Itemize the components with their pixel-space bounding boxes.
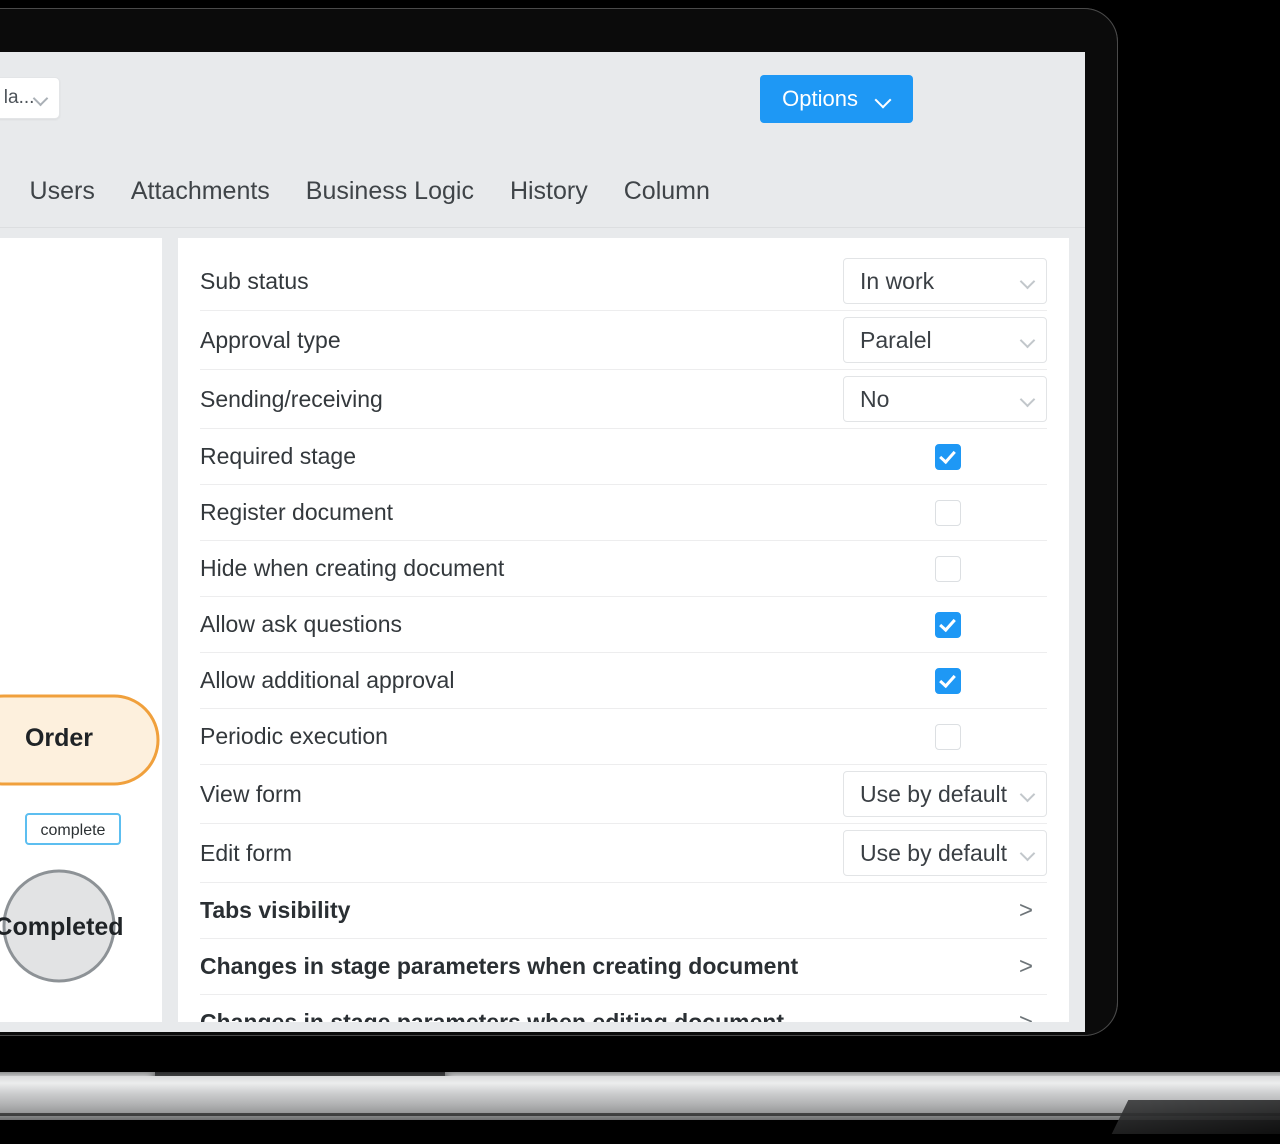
tab-users[interactable]: Users: [30, 177, 95, 206]
chevron-down-icon: [875, 91, 891, 107]
property-label: Required stage: [200, 443, 356, 470]
tab-bar: Reports Users Attachments Business Logic…: [0, 156, 1085, 228]
required-stage-checkbox[interactable]: [935, 443, 961, 470]
property-row-edit-form: Edit form Use by default: [200, 824, 1047, 883]
app-header: ...aid annual la... Options: [0, 52, 1085, 156]
allow-ask-questions-checkbox[interactable]: [935, 611, 961, 638]
node-order: Order: [0, 694, 160, 786]
screenshot-root: ...aid annual la... Options Reports User…: [0, 0, 1280, 1144]
node-label: Order: [25, 724, 93, 752]
approval-type-value: Paralel: [860, 326, 932, 353]
periodic-execution-checkbox[interactable]: [935, 723, 961, 750]
property-row-tabs-visibility[interactable]: Tabs visibility >: [200, 883, 1047, 939]
laptop-base-foot-shadow: [1111, 1100, 1280, 1134]
content-area: Canceled ...lication revision Manager ap…: [0, 228, 1085, 1032]
document-type-select[interactable]: ...aid annual la...: [0, 77, 60, 119]
property-label: Sub status: [200, 267, 309, 294]
chevron-right-icon[interactable]: >: [1011, 1009, 1041, 1023]
laptop-base-shadow-line: [0, 1113, 1280, 1116]
property-row-view-form: View form Use by default: [200, 765, 1047, 824]
chevron-down-icon: [1020, 845, 1036, 861]
property-row-hide-when-creating-document: Hide when creating document: [200, 541, 1047, 597]
chevron-right-icon[interactable]: >: [1011, 953, 1041, 981]
property-row-required-stage: Required stage: [200, 429, 1047, 485]
property-label: Tabs visibility: [200, 897, 351, 924]
property-label: Changes in stage parameters when editing…: [200, 1008, 1011, 1022]
property-label: View form: [200, 780, 302, 807]
chevron-down-icon: [1020, 786, 1036, 802]
view-form-select[interactable]: Use by default: [843, 771, 1047, 817]
chevron-down-icon: [1020, 391, 1036, 407]
hide-when-creating-document-checkbox[interactable]: [935, 555, 961, 582]
allow-additional-approval-checkbox[interactable]: [935, 667, 961, 694]
options-button[interactable]: Options: [760, 75, 913, 123]
workflow-diagram-panel: Canceled ...lication revision Manager ap…: [0, 238, 162, 1022]
sending-receiving-value: No: [860, 385, 890, 412]
property-row-approval-type: Approval type Paralel: [200, 311, 1047, 370]
property-row-changes-editing-document[interactable]: Changes in stage parameters when editing…: [200, 995, 1047, 1023]
property-row-periodic-execution: Periodic execution: [200, 709, 1047, 765]
property-label: Changes in stage parameters when creatin…: [200, 953, 799, 980]
property-label: Sending/receiving: [200, 385, 383, 412]
property-label: Allow ask questions: [200, 611, 402, 638]
chevron-down-icon: [1020, 332, 1036, 348]
tab-attachments[interactable]: Attachments: [131, 177, 270, 206]
property-row-allow-ask-questions: Allow ask questions: [200, 597, 1047, 653]
sending-receiving-select[interactable]: No: [843, 376, 1047, 422]
sub-status-select[interactable]: In work: [843, 258, 1047, 304]
tab-column[interactable]: Column: [624, 177, 710, 206]
property-row-register-document: Register document: [200, 485, 1047, 541]
node-label: Completed: [0, 913, 124, 941]
property-row-sending-receiving: Sending/receiving No: [200, 370, 1047, 429]
property-label: Periodic execution: [200, 723, 388, 750]
edge-label: complete: [41, 822, 106, 839]
tab-business-logic[interactable]: Business Logic: [306, 177, 474, 206]
edge-label-complete: complete: [25, 813, 121, 845]
view-form-value: Use by default: [860, 780, 1008, 807]
approval-type-select[interactable]: Paralel: [843, 317, 1047, 363]
options-button-label: Options: [782, 86, 858, 111]
document-type-value: ...aid annual la...: [0, 87, 33, 108]
stage-properties-panel: Sub status In work Approval type Paralel: [178, 238, 1069, 1022]
workflow-diagram[interactable]: Canceled ...lication revision Manager ap…: [0, 238, 162, 1022]
property-label: Register document: [200, 499, 394, 526]
edit-form-select[interactable]: Use by default: [843, 830, 1047, 876]
node-completed: Completed: [0, 869, 124, 983]
property-row-changes-creating-document[interactable]: Changes in stage parameters when creatin…: [200, 939, 1047, 995]
property-row-allow-additional-approval: Allow additional approval: [200, 653, 1047, 709]
property-label: Hide when creating document: [200, 555, 505, 582]
property-label: Allow additional approval: [200, 667, 455, 694]
sub-status-value: In work: [860, 267, 935, 294]
chevron-right-icon[interactable]: >: [1011, 897, 1041, 925]
laptop-screen: ...aid annual la... Options Reports User…: [0, 52, 1085, 1032]
edit-form-value: Use by default: [860, 839, 1008, 866]
tab-history[interactable]: History: [510, 177, 588, 206]
chevron-down-icon: [33, 90, 49, 106]
chevron-down-icon: [1020, 273, 1036, 289]
property-label: Edit form: [200, 839, 293, 866]
property-label: Approval type: [200, 326, 341, 353]
register-document-checkbox[interactable]: [935, 499, 961, 526]
property-row-sub-status: Sub status In work: [200, 252, 1047, 311]
